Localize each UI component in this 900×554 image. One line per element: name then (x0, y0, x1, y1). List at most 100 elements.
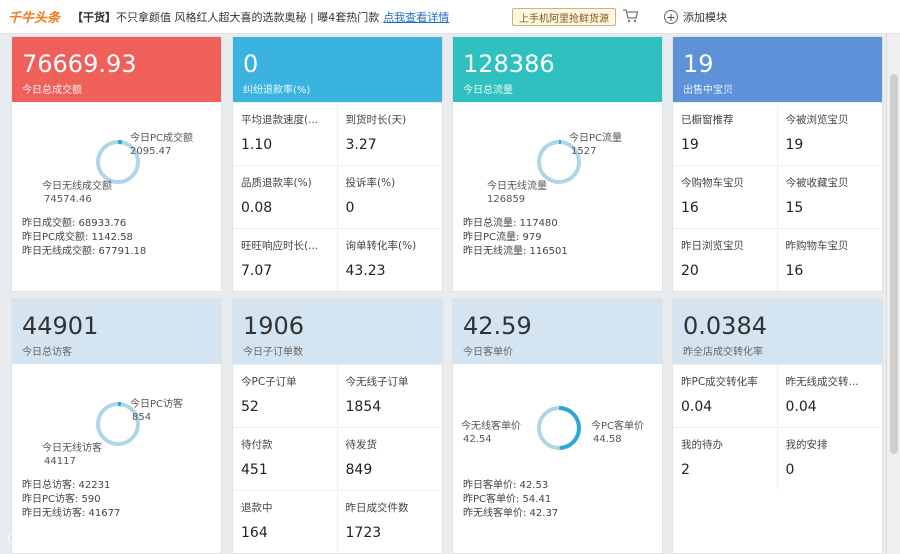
news-text: 不只拿颜值 风格红人超大喜的选款奥秘 | 曝4套热门款 (116, 10, 380, 24)
metric-cell: 昨购物车宝贝 16 (777, 228, 882, 291)
watermark: 人人都是产品经理 (8, 530, 113, 546)
dispute-refund-value: 0 (243, 50, 259, 78)
mobile-promo-button[interactable]: 上手机阿里抢鲜货源 (512, 8, 616, 26)
metric-value: 16 (681, 200, 699, 216)
unit-price-donut-chart (537, 406, 581, 450)
vertical-scrollbar[interactable] (886, 34, 900, 554)
pc-traffic-label: 今日PC流量 (569, 133, 623, 144)
stat-line: 昨日无线流量: 116501 (463, 246, 568, 257)
wireless-traffic-label: 今日无线流量 (487, 181, 547, 192)
sales-card[interactable]: 76669.93 今日总成交额 今日PC成交额 2095.47 今日无线成交额 … (11, 36, 222, 292)
qianniu-headline-logo[interactable]: 千牛头条 (8, 7, 60, 26)
todo-cell[interactable]: 我的待办 2 (673, 427, 778, 490)
total-visitors-label: 今日总访客 (22, 347, 72, 358)
sub-orders-metrics-grid: 今PC子订单 52 今无线子订单 1854 待付款 451 待发货 849 退款中 164… (233, 364, 442, 553)
metric-label: 昨日浏览宝贝 (681, 240, 744, 252)
traffic-card-header: 128386 今日总流量 (453, 37, 662, 102)
pc-unit-price-value: 44.58 (593, 434, 622, 445)
visitors-card[interactable]: 44901 今日总访客 今日PC访客 854 今日无线访客 44117 昨日总访… (11, 298, 222, 554)
metric-label: 平均退款速度(... (241, 114, 319, 126)
sub-orders-card[interactable]: 1906 今日子订单数 今PC子订单 52 今无线子订单 1854 待付款 451 待… (232, 298, 443, 554)
metric-cell: 旺旺响应时长(... 7.07 (233, 228, 338, 291)
stat-line: 昨日无线访客: 41677 (22, 508, 121, 519)
metric-cell: 投诉率(%) 0 (337, 165, 442, 228)
plus-circle-icon: + (664, 10, 678, 24)
conversion-rate-value: 0.0384 (683, 312, 767, 340)
news-detail-link[interactable]: 点我查看详情 (383, 11, 449, 24)
items-metrics-grid: 已橱窗推荐 19 今被浏览宝贝 19 今购物车宝贝 16 今被收藏宝贝 15 昨日浏览宝… (673, 102, 882, 291)
sub-orders-card-header: 1906 今日子订单数 (233, 299, 442, 364)
traffic-card[interactable]: 128386 今日总流量 今日PC流量 1527 今日无线流量 126859 昨… (452, 36, 663, 292)
pc-visitors-label: 今日PC访客 (130, 399, 184, 410)
metric-value: 19 (785, 137, 804, 153)
stat-line: 昨PC客单价: 54.41 (463, 494, 552, 505)
sales-yesterday-stats: 昨日成交额: 68933.76 昨日PC成交额: 1142.58 昨日无线成交额… (12, 217, 221, 259)
metric-value: 1854 (345, 399, 382, 415)
conversion-card[interactable]: 0.0384 昨全店成交转化率 昨PC成交转化率 0.04 昨无线成交转... 0.… (672, 298, 883, 554)
stat-line: 昨日PC流量: 979 (463, 232, 542, 243)
watermark-logo-icon (8, 531, 21, 545)
refund-card-header: 0 纠纷退款率(%) (233, 37, 442, 102)
conversion-card-header: 0.0384 昨全店成交转化率 (673, 299, 882, 364)
total-traffic-value: 128386 (463, 50, 555, 78)
unit-price-label: 今日客单价 (463, 347, 513, 358)
metric-cell: 昨无线成交转... 0.04 (777, 364, 882, 427)
stat-line: 昨日PC访客: 590 (22, 494, 101, 505)
metric-cell: 平均退款速度(... 1.10 (233, 102, 338, 165)
total-traffic-label: 今日总流量 (463, 85, 513, 96)
items-card-header: 19 出售中宝贝 (673, 37, 882, 102)
stat-line: 昨日无线成交额: 67791.18 (22, 246, 147, 257)
pc-sales-value: 2095.47 (130, 146, 172, 157)
schedule-cell[interactable]: 我的安排 0 (777, 427, 882, 490)
add-module-button[interactable]: + 添加模块 (664, 9, 727, 25)
wireless-sales-value: 74574.46 (44, 194, 92, 205)
metric-label: 品质退款率(%) (241, 177, 312, 189)
sub-orders-label: 今日子订单数 (243, 347, 303, 358)
metric-cell: 昨日成交件数 1723 (337, 490, 442, 553)
metric-cell: 今被浏览宝贝 19 (777, 102, 882, 165)
metric-value: 19 (681, 137, 699, 153)
metric-cell: 今PC子订单 52 (233, 364, 338, 427)
metric-label: 已橱窗推荐 (681, 114, 734, 126)
metric-label: 昨日成交件数 (345, 502, 409, 514)
metric-cell: 品质退款率(%) 0.08 (233, 165, 338, 228)
metric-cell: 询单转化率(%) 43.23 (337, 228, 442, 291)
metric-value: 849 (345, 462, 373, 478)
unit-price-card-header: 42.59 今日客单价 (453, 299, 662, 364)
metric-value: 164 (241, 525, 268, 541)
metric-value: 15 (785, 200, 804, 216)
metric-label: 昨购物车宝贝 (785, 240, 849, 252)
top-bar: 千牛头条 【干货】不只拿颜值 风格红人超大喜的选款奥秘 | 曝4套热门款 点我查看… (0, 0, 900, 34)
unit-price-card[interactable]: 42.59 今日客单价 今PC客单价 44.58 今无线客单价 42.54 昨日… (452, 298, 663, 554)
metric-value: 43.23 (345, 263, 386, 279)
metric-value: 2 (681, 462, 690, 478)
pc-unit-price-label: 今PC客单价 (591, 421, 645, 432)
metric-value: 20 (681, 263, 699, 279)
metric-cell: 退款中 164 (233, 490, 338, 553)
metric-value: 1723 (345, 525, 382, 541)
metric-cell: 昨日浏览宝贝 20 (673, 228, 778, 291)
refund-card[interactable]: 0 纠纷退款率(%) 平均退款速度(... 1.10 到货时长(天) 3.27 品质… (232, 36, 443, 292)
headline-news: 【干货】不只拿颜值 风格红人超大喜的选款奥秘 | 曝4套热门款 点我查看详情 (72, 9, 449, 25)
scrollbar-thumb[interactable] (890, 74, 898, 454)
total-visitors-value: 44901 (22, 312, 99, 340)
metric-label: 旺旺响应时长(... (241, 240, 319, 252)
visitors-card-header: 44901 今日总访客 (12, 299, 221, 364)
wireless-visitors-value: 44117 (44, 456, 76, 467)
news-tag: 【干货】 (72, 10, 117, 24)
dispute-refund-label: 纠纷退款率(%) (243, 85, 311, 96)
metric-value: 1.10 (241, 137, 273, 153)
items-on-sale-value: 19 (683, 50, 714, 78)
unit-price-yesterday-stats: 昨日客单价: 42.53 昨PC客单价: 54.41 昨无线客单价: 42.37 (453, 479, 662, 521)
watermark-text: 人人都是产品经理 (25, 532, 113, 545)
metric-label: 今购物车宝贝 (681, 177, 744, 189)
metric-label: 今无线子订单 (345, 376, 409, 388)
metric-label: 询单转化率(%) (345, 240, 417, 252)
metric-value: 7.07 (241, 263, 273, 279)
wireless-sales-label: 今日无线成交额 (42, 181, 112, 192)
metric-label: 到货时长(天) (345, 114, 407, 126)
stat-line: 昨日总流量: 117480 (463, 218, 558, 229)
conversion-rate-label: 昨全店成交转化率 (683, 347, 763, 358)
items-on-sale-card[interactable]: 19 出售中宝贝 已橱窗推荐 19 今被浏览宝贝 19 今购物车宝贝 16 今被收藏宝… (672, 36, 883, 292)
cart-icon[interactable] (622, 9, 638, 23)
